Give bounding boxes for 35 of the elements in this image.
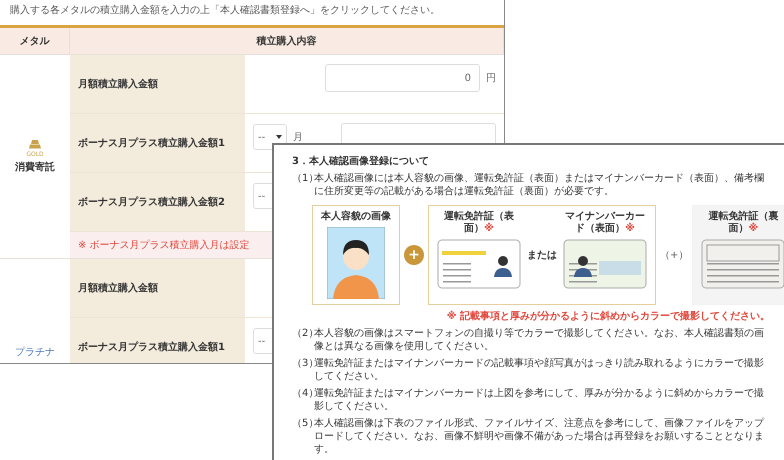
person-drawing [327,227,385,299]
panel-title: 運転免許証（表面）※ [443,211,515,235]
column-header: 積立購入内容 [70,28,504,54]
field-label: 月額積立購入金額 [70,55,245,113]
unit-label: 円 [486,72,496,85]
panel-title: 本人容貌の画像 [321,211,391,223]
metal-name: プラチナ [15,346,55,359]
column-header: メタル [0,28,70,54]
item-text: 運転免許証またはマイナンバーカードの記載事項や顔写真がはっきり読み取れるようにカラーで撮影してください。 [314,357,765,383]
item-text: 運転免許証またはマイナンバーカードは上図を参考にして、厚みが分かるように斜めからカラーで撮影してください。 [314,387,765,413]
ingot-icon [29,139,41,149]
item-number: （3） [292,357,314,371]
separator-text: または [527,249,557,262]
item-text: 本人確認画像には本人容貌の画像、運転免許証（表面）またはマイナンバーカード（表面）、備考欄に住所変更等の記載がある場合は運転免許証（裏面）が必要です。 [314,172,765,198]
optional-plus-text: （+） [660,249,688,262]
instruction-text: 購入する各メタルの積立購入金額を入力の上「本人確認書類登録へ」をクリックしてください。 [9,4,441,18]
item-text: 本人容貌の画像はスマートフォンの自撮り等でカラーで撮影してください。なお、本人確認書類の画像とは異なる画像を使用してください。 [314,327,765,353]
panel-title: マイナンバーカード（表面）※ [564,211,646,235]
unit-label: 月 [293,131,303,144]
item-number: （5） [292,418,314,431]
item-number: （4） [292,387,314,401]
section-heading: 3．本人確認画像登録について [292,154,430,168]
item-text: 本人確認画像は下表のファイル形式、ファイルサイズ、注意点を参考にして、画像ファイルをアップロードしてください。なお、画像不鮮明や画像不備があった場合は再登録をお願いすることとなります。 [314,417,766,456]
panel-title: 運転免許証（裏面）※ [707,211,780,235]
metal-name: 消費寄託 [15,160,55,174]
caret-icon [276,135,282,139]
field-label: 月額積立購入金額 [70,259,245,317]
item-number: （1） [292,173,314,186]
plus-sign: + [404,245,424,265]
field-label: ボーナス月プラス積立購入金額2 [70,173,245,231]
field-label: ボーナス月プラス積立購入金額1 [70,114,245,172]
photo-note: ※ 記載事項と厚みが分かるように斜めからカラーで撮影してください。 [446,310,770,323]
field-label: ボーナス月プラス積立購入金額1 [70,318,245,363]
item-number: （2） [292,328,314,341]
amount-input[interactable]: 0 [325,64,480,92]
